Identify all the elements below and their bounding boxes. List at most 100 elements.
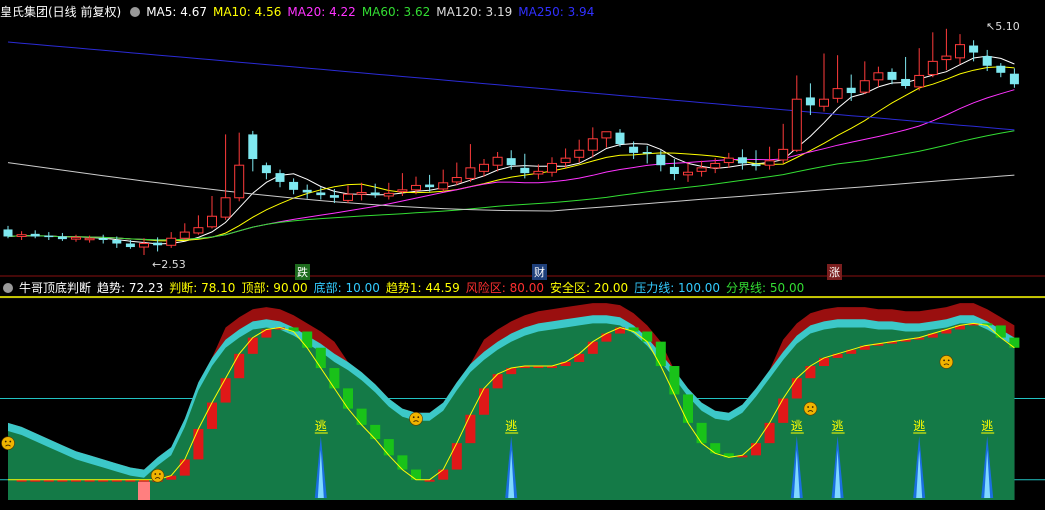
event-tag-finance[interactable]: 财 bbox=[532, 264, 547, 280]
judgment-bar bbox=[343, 388, 353, 409]
ma250-label: MA250: 3.94 bbox=[518, 5, 595, 19]
judgment-bar bbox=[587, 341, 598, 354]
candle-body bbox=[411, 184, 421, 191]
face-icon bbox=[939, 355, 954, 369]
judgment-bar bbox=[220, 378, 231, 403]
escape-label: 逃 bbox=[315, 419, 327, 433]
judgment-value: 判断: 78.10 bbox=[169, 281, 236, 295]
judgment-bar bbox=[601, 333, 612, 342]
event-tag-rise[interactable]: 涨 bbox=[827, 264, 842, 280]
candle-body bbox=[955, 44, 965, 59]
candle-body bbox=[547, 162, 557, 173]
judgment-bar bbox=[669, 366, 680, 395]
candle-body bbox=[601, 131, 612, 139]
judgment-bar bbox=[683, 394, 693, 423]
settings-icon[interactable] bbox=[130, 7, 141, 17]
candle-body bbox=[969, 45, 979, 53]
judgment-bar bbox=[247, 337, 258, 354]
face-eye bbox=[947, 359, 950, 362]
candle-body bbox=[139, 243, 149, 248]
candle-body bbox=[887, 71, 897, 80]
escape-label: 逃 bbox=[505, 419, 517, 433]
settings-icon[interactable] bbox=[3, 283, 13, 293]
judgment-bar bbox=[995, 325, 1006, 338]
candle-body bbox=[533, 170, 544, 175]
candle-body bbox=[166, 237, 177, 246]
candle-body bbox=[629, 146, 639, 153]
candle-body bbox=[873, 72, 884, 81]
candle-body bbox=[44, 235, 54, 238]
candle-body bbox=[656, 154, 666, 166]
face-icon bbox=[803, 401, 818, 416]
candle-body bbox=[805, 97, 815, 106]
candle-body bbox=[832, 88, 843, 99]
candle-body bbox=[819, 98, 829, 107]
face-eye bbox=[811, 406, 814, 408]
candle-body bbox=[751, 164, 761, 167]
escape-label: 逃 bbox=[981, 419, 993, 433]
judgment-bar bbox=[1009, 337, 1020, 348]
candle-body bbox=[982, 56, 992, 66]
ma60-label: MA60: 3.62 bbox=[361, 5, 431, 19]
main-chart-header: 皇氏集团(日线 前复权) MA5: 4.67 MA10: 4.56 MA20: 4.2… bbox=[0, 3, 600, 21]
face-eye bbox=[154, 473, 157, 475]
judgment-bar bbox=[751, 443, 761, 456]
candle-body bbox=[16, 234, 27, 237]
face-eye bbox=[417, 416, 420, 419]
candle-body bbox=[302, 189, 312, 193]
chart-window: 逃 逃 逃 逃 逃 逃 皇氏集团(日线 前复权) MA5: 4.67 MA10: 4.56 MA… bbox=[0, 0, 1045, 506]
candle-body bbox=[261, 165, 271, 174]
judgment-bar bbox=[411, 469, 421, 480]
judgment-bar bbox=[506, 368, 517, 375]
face-eye bbox=[159, 473, 161, 475]
chart-canvas: 逃逃逃逃逃逃 bbox=[0, 28, 1045, 500]
candle-body bbox=[383, 192, 394, 197]
face-eye bbox=[9, 440, 12, 443]
judgment-bar bbox=[193, 428, 204, 460]
ma10-label: MA10: 4.56 bbox=[212, 5, 282, 19]
candle-body bbox=[98, 238, 108, 240]
candle-body bbox=[927, 60, 938, 76]
judgment-bar bbox=[710, 443, 721, 454]
judgment-bar bbox=[655, 341, 666, 367]
divider-line-value: 分界线: 50.00 bbox=[726, 281, 805, 295]
candle-body bbox=[846, 87, 856, 94]
candle-body bbox=[425, 184, 435, 188]
event-tag-fall[interactable]: 跌 bbox=[295, 264, 310, 280]
candle-body bbox=[329, 195, 339, 198]
candle-body bbox=[506, 158, 516, 166]
candle-body bbox=[451, 177, 462, 183]
candle-body bbox=[574, 149, 585, 158]
ma5-label: MA5: 4.67 bbox=[146, 5, 207, 19]
judgment-bar bbox=[302, 331, 313, 348]
trend1-value: 趋势1: 44.59 bbox=[385, 281, 460, 295]
judgment-bar bbox=[356, 408, 367, 425]
candle-body bbox=[492, 156, 503, 166]
escape-label: 逃 bbox=[791, 419, 803, 433]
candle-body bbox=[941, 55, 952, 61]
judgment-bar bbox=[574, 353, 585, 362]
candle-body bbox=[234, 164, 245, 199]
candle-body bbox=[520, 167, 530, 174]
candle-body bbox=[723, 157, 734, 164]
ma120-line bbox=[7, 162, 1015, 212]
candle-body bbox=[791, 98, 802, 151]
candle-body bbox=[112, 240, 122, 244]
judgment-bar bbox=[438, 469, 449, 480]
candle-body bbox=[764, 160, 775, 166]
candle-body bbox=[996, 65, 1006, 73]
judgment-bar bbox=[329, 368, 340, 389]
candle-body bbox=[397, 189, 408, 193]
candle-body bbox=[84, 237, 95, 241]
candle-body bbox=[316, 192, 326, 196]
face-icon bbox=[409, 411, 423, 426]
judgment-bar bbox=[805, 366, 816, 379]
safe-zone-value: 安全区: 20.00 bbox=[549, 281, 629, 295]
judgment-bar bbox=[696, 422, 707, 444]
judgment-bar bbox=[642, 331, 653, 342]
candle-body bbox=[696, 167, 707, 172]
candle-body bbox=[153, 242, 163, 246]
ma-line-3 bbox=[7, 130, 1015, 241]
candle-body bbox=[193, 227, 204, 234]
candle-body bbox=[737, 157, 747, 164]
